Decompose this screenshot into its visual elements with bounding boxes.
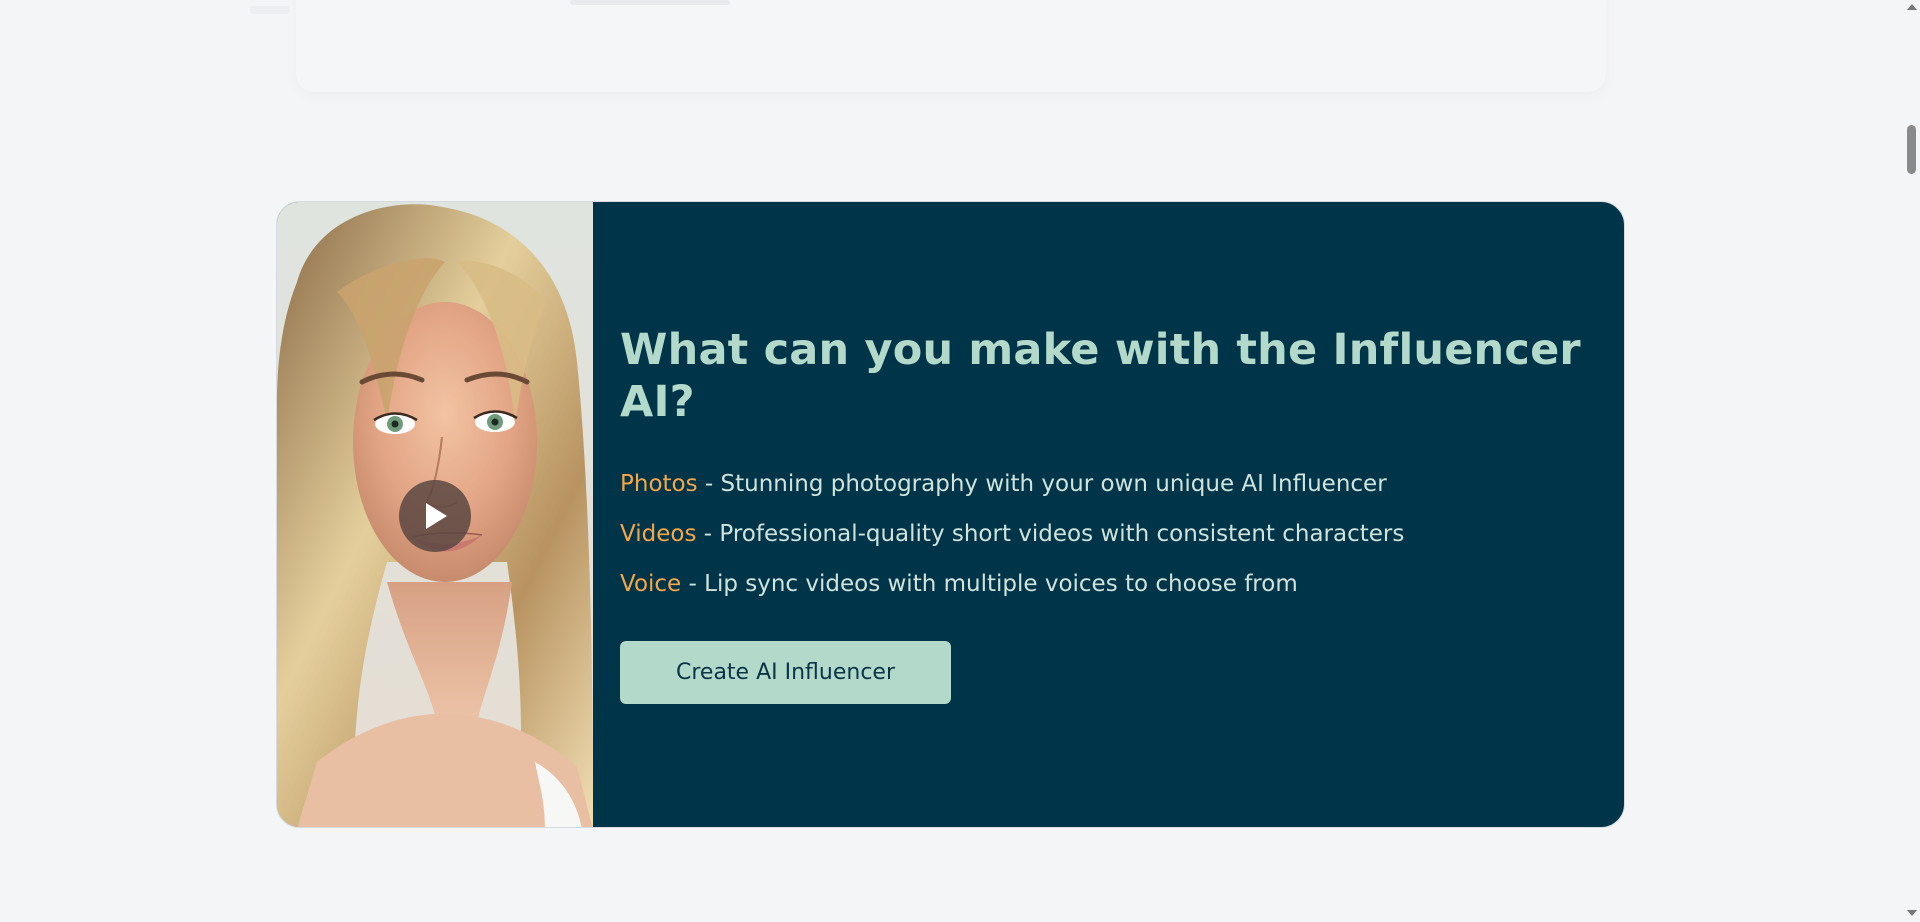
feature-list: Photos - Stunning photography with your …	[620, 459, 1624, 609]
play-icon	[426, 503, 447, 529]
previous-section-card	[296, 0, 1606, 92]
create-ai-influencer-button[interactable]: Create AI Influencer	[620, 640, 951, 704]
scroll-down-arrow-icon[interactable]	[1907, 910, 1917, 916]
previous-section-fragment	[250, 6, 290, 14]
feature-keyword: Videos	[620, 520, 697, 547]
feature-item-videos: Videos - Professional-quality short vide…	[620, 509, 1624, 559]
feature-description: - Stunning photography with your own uni…	[697, 470, 1387, 497]
feature-item-voice: Voice - Lip sync videos with multiple vo…	[620, 559, 1624, 609]
scroll-up-arrow-icon[interactable]	[1907, 4, 1917, 10]
feature-item-photos: Photos - Stunning photography with your …	[620, 459, 1624, 509]
previous-section-fragment	[570, 0, 730, 5]
feature-description: - Professional-quality short videos with…	[696, 520, 1405, 547]
feature-keyword: Voice	[620, 570, 682, 597]
vertical-scrollbar[interactable]	[1903, 0, 1920, 922]
scrollbar-thumb[interactable]	[1907, 125, 1916, 174]
influencer-video-thumbnail[interactable]	[277, 202, 593, 827]
feature-description: - Lip sync videos with multiple voices t…	[681, 570, 1298, 597]
feature-headline: What can you make with the Influencer AI…	[620, 325, 1581, 427]
feature-content: What can you make with the Influencer AI…	[593, 202, 1624, 827]
play-video-button[interactable]	[399, 480, 471, 552]
feature-keyword: Photos	[620, 470, 698, 497]
influencer-feature-card: What can you make with the Influencer AI…	[276, 201, 1625, 828]
page: What can you make with the Influencer AI…	[0, 0, 1920, 922]
